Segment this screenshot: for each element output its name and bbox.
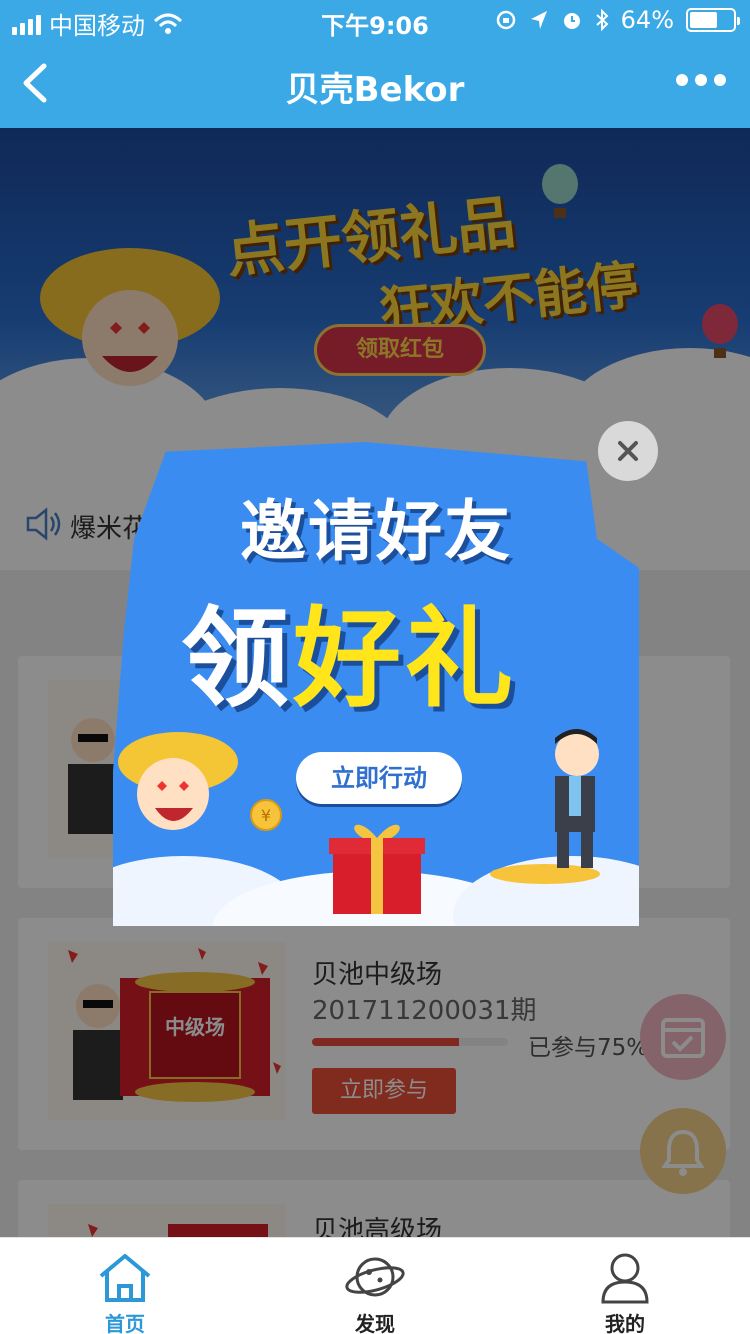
svg-text:¥: ¥ <box>261 806 271 825</box>
location-icon <box>530 11 547 29</box>
user-icon <box>601 1253 649 1304</box>
tab-label: 发现 <box>355 1312 395 1334</box>
close-popup-button[interactable] <box>598 421 658 481</box>
businessman-illustration <box>490 729 600 884</box>
popup-title: 邀请好友 <box>240 493 512 570</box>
take-action-button[interactable]: 立即行动 <box>296 752 462 804</box>
tab-label: 首页 <box>105 1312 145 1334</box>
tab-label: 我的 <box>605 1312 645 1334</box>
nav-bar: 贝壳Bekor <box>0 40 750 128</box>
home-icon <box>99 1254 151 1302</box>
tab-mine[interactable]: 我的 <box>500 1238 750 1334</box>
bluetooth-icon <box>595 9 609 31</box>
mascot-illustration <box>118 732 238 830</box>
rotation-lock-icon <box>496 10 515 30</box>
invite-popup[interactable]: 邀请好友 领好礼 ¥ 立即行动 <box>113 442 639 926</box>
planet-icon <box>345 1257 405 1297</box>
tab-discover[interactable]: 发现 <box>250 1238 500 1334</box>
gift-box-icon <box>329 824 425 914</box>
status-bar: 中国移动 下午9:06 64% <box>0 0 750 40</box>
close-icon <box>618 441 638 461</box>
gold-coin-icon: ¥ <box>250 799 282 831</box>
alarm-icon <box>563 13 580 29</box>
page-title: 贝壳Bekor <box>285 70 465 110</box>
more-dots-icon[interactable] <box>676 74 726 86</box>
popup-subtitle-part-1: 领 <box>181 597 294 722</box>
battery-icon <box>686 8 740 32</box>
tab-home[interactable]: 首页 <box>0 1238 250 1334</box>
top-bar: 中国移动 下午9:06 64% 贝壳Bekor <box>0 0 750 128</box>
tab-bar: 首页 发现 我的 <box>0 1237 750 1334</box>
popup-subtitle-part-2: 好礼 <box>293 597 518 722</box>
battery-percent: 64% <box>620 6 674 34</box>
popup-subtitle: 领好礼 <box>181 572 517 728</box>
